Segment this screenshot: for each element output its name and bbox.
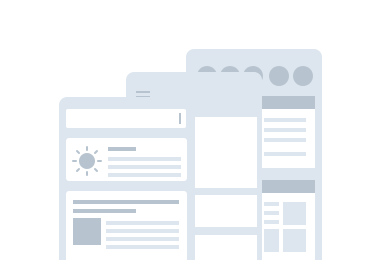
text-line: [264, 211, 279, 215]
text-line: [106, 229, 179, 233]
sun-icon: [72, 146, 102, 176]
text-line: [108, 157, 181, 161]
text-line: [73, 200, 179, 204]
text-line: [264, 152, 306, 156]
text-line: [108, 165, 181, 169]
grid-header-bar: [262, 180, 315, 193]
article-card: [66, 191, 187, 260]
text-line: [264, 128, 306, 132]
thumbnail-tile: [283, 202, 306, 225]
middle-content-block: [195, 117, 257, 188]
image-placeholder-icon: [73, 218, 101, 245]
text-line: [106, 221, 179, 225]
text-cursor-icon: [179, 113, 181, 124]
text-line: [264, 138, 306, 142]
back-grid-panel: [262, 180, 315, 260]
back-article-panel: [262, 96, 315, 168]
toolbar-circle: [293, 66, 313, 86]
thumbnail-tile: [283, 229, 306, 252]
weather-card: [66, 138, 187, 181]
text-line: [108, 147, 136, 151]
text-line: [106, 237, 179, 241]
middle-content-block: [195, 195, 257, 227]
article-header-bar: [262, 96, 315, 109]
text-line: [264, 202, 279, 206]
text-line: [73, 209, 136, 213]
toolbar-circle: [269, 66, 289, 86]
thumbnail-tile: [264, 229, 279, 252]
layered-windows-illustration: [0, 0, 380, 260]
text-line: [106, 245, 179, 249]
text-line: [264, 118, 306, 122]
middle-content-block: [195, 235, 257, 260]
text-line: [264, 220, 279, 224]
text-line: [108, 173, 181, 177]
address-bar: [66, 109, 186, 128]
